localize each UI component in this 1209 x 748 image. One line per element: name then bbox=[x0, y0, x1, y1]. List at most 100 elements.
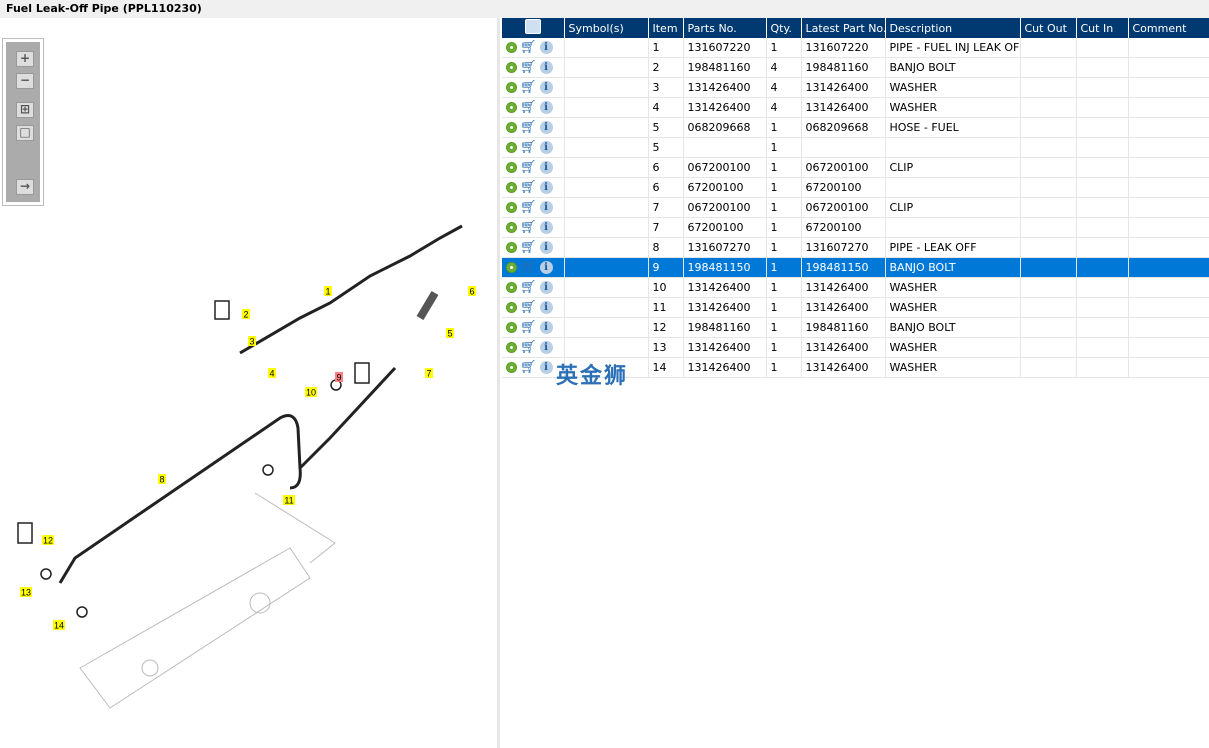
info-icon[interactable]: i bbox=[539, 261, 553, 275]
fit-view-button[interactable]: ⊞ bbox=[16, 102, 34, 118]
column-header[interactable]: Cut In bbox=[1076, 18, 1129, 38]
callout-label[interactable]: 8 bbox=[159, 475, 164, 485]
table-row[interactable]: 🛒︎ i 12 198481160 1 198481160 BANJO BOLT bbox=[502, 317, 1209, 338]
info-icon[interactable]: i bbox=[539, 121, 553, 135]
info-icon[interactable]: i bbox=[539, 161, 553, 175]
callout-label[interactable]: 12 bbox=[43, 536, 53, 546]
table-row[interactable]: 🛒︎ i 6 067200100 1 067200100 CLIP bbox=[502, 157, 1209, 178]
callout-label[interactable]: 2 bbox=[243, 310, 248, 320]
callout-label[interactable]: 9 bbox=[336, 373, 341, 383]
gear-icon[interactable] bbox=[506, 362, 517, 374]
zoom-out-button[interactable]: − bbox=[16, 73, 34, 89]
callout-label[interactable]: 13 bbox=[21, 588, 31, 598]
search-column-header[interactable] bbox=[502, 18, 565, 38]
table-row[interactable]: 🛒︎ i 5 068209668 1 068209668 HOSE - FUEL bbox=[502, 117, 1209, 138]
cart-icon[interactable]: 🛒︎ bbox=[520, 221, 537, 234]
cart-icon[interactable]: 🛒︎ bbox=[520, 341, 537, 354]
gear-icon[interactable] bbox=[506, 82, 517, 94]
gear-icon[interactable] bbox=[506, 162, 517, 174]
callout-label[interactable]: 11 bbox=[284, 496, 293, 506]
cart-icon[interactable]: 🛒︎ bbox=[520, 41, 537, 54]
table-row[interactable]: 🛒︎ i 7 067200100 1 067200100 CLIP bbox=[502, 197, 1209, 218]
table-row[interactable]: 🛒︎ i 10 131426400 1 131426400 WASHER bbox=[502, 277, 1209, 298]
column-header[interactable]: Parts No. bbox=[683, 18, 767, 38]
info-icon[interactable]: i bbox=[539, 341, 553, 355]
cart-icon[interactable]: 🛒︎ bbox=[520, 241, 537, 254]
callout-label[interactable]: 7 bbox=[426, 369, 431, 379]
column-header[interactable]: Comment bbox=[1128, 18, 1209, 38]
table-row[interactable]: 🛒︎ i 2 198481160 4 198481160 BANJO BOLT bbox=[502, 57, 1209, 78]
column-header[interactable]: Qty. bbox=[766, 18, 802, 38]
gear-icon[interactable] bbox=[506, 182, 517, 194]
info-icon[interactable]: i bbox=[539, 321, 553, 335]
exploded-diagram[interactable]: 1234567891011121314 bbox=[0, 18, 497, 748]
export-button[interactable]: → bbox=[16, 179, 34, 195]
table-row[interactable]: 🛒︎ i 6 67200100 1 67200100 bbox=[502, 177, 1209, 198]
cart-icon[interactable]: 🛒︎ bbox=[520, 61, 537, 74]
gear-icon[interactable] bbox=[506, 122, 517, 134]
info-icon[interactable]: i bbox=[539, 201, 553, 215]
cart-icon[interactable]: 🛒︎ bbox=[520, 181, 537, 194]
column-header[interactable]: Latest Part No. bbox=[801, 18, 886, 38]
cart-icon[interactable]: 🛒︎ bbox=[520, 361, 537, 374]
cart-icon[interactable]: 🛒︎ bbox=[520, 101, 537, 114]
cart-icon[interactable]: 🛒︎ bbox=[520, 301, 537, 314]
info-icon[interactable]: i bbox=[539, 221, 553, 235]
info-icon[interactable]: i bbox=[539, 81, 553, 95]
cart-icon[interactable]: 🛒︎ bbox=[520, 161, 537, 174]
gear-icon[interactable] bbox=[506, 42, 517, 54]
info-icon[interactable]: i bbox=[539, 361, 553, 375]
gear-icon[interactable] bbox=[506, 222, 517, 234]
table-row[interactable]: 🛒︎ i 3 131426400 4 131426400 WASHER bbox=[502, 77, 1209, 98]
gear-icon[interactable] bbox=[506, 322, 517, 334]
cart-icon[interactable]: 🛒︎ bbox=[520, 81, 537, 94]
info-icon[interactable]: i bbox=[539, 101, 553, 115]
diagram-panel[interactable]: 1 2 3 4 5 6 7 8 9 10 11 12 13 14 + − ⊞ □ → bbox=[0, 18, 497, 748]
table-row[interactable]: 🛒︎ i 1 131607220 1 131607220 PIPE - FUEL INJ L… bbox=[502, 38, 1209, 58]
cart-icon[interactable]: 🛒︎ bbox=[520, 261, 537, 274]
callout-label[interactable]: 10 bbox=[306, 388, 316, 398]
gear-icon[interactable] bbox=[506, 242, 517, 254]
table-row[interactable]: 🛒︎ i 9 198481150 1 198481150 BANJO BOLT bbox=[502, 257, 1209, 278]
gear-icon[interactable] bbox=[506, 342, 517, 354]
table-row[interactable]: 🛒︎ i 11 131426400 1 131426400 WASHER bbox=[502, 297, 1209, 318]
table-row[interactable]: 🛒︎ i 4 131426400 4 131426400 WASHER bbox=[502, 97, 1209, 118]
table-row[interactable]: 🛒︎ i 5 1 bbox=[502, 137, 1209, 158]
cart-icon[interactable]: 🛒︎ bbox=[520, 121, 537, 134]
column-header[interactable]: Cut Out bbox=[1020, 18, 1077, 38]
cart-icon[interactable]: 🛒︎ bbox=[520, 201, 537, 214]
table-row[interactable]: 🛒︎ i 8 131607270 1 131607270 PIPE - LEAK OFF bbox=[502, 237, 1209, 258]
actual-size-button[interactable]: □ bbox=[16, 125, 34, 141]
cart-icon[interactable]: 🛒︎ bbox=[520, 141, 537, 154]
table-row[interactable]: 🛒︎ i 13 131426400 1 131426400 WASHER bbox=[502, 337, 1209, 358]
callout-label[interactable]: 4 bbox=[269, 369, 274, 379]
info-icon[interactable]: i bbox=[539, 141, 553, 155]
info-icon[interactable]: i bbox=[539, 61, 553, 75]
gear-icon[interactable] bbox=[506, 302, 517, 314]
gear-icon[interactable] bbox=[506, 202, 517, 214]
callout-label[interactable]: 5 bbox=[447, 329, 452, 339]
cart-icon[interactable]: 🛒︎ bbox=[520, 281, 537, 294]
info-icon[interactable]: i bbox=[539, 301, 553, 315]
column-header[interactable]: Item bbox=[648, 18, 684, 38]
column-header[interactable]: Symbol(s) bbox=[564, 18, 649, 38]
column-header[interactable]: Description bbox=[885, 18, 1021, 38]
search-icon[interactable] bbox=[524, 19, 541, 34]
gear-icon[interactable] bbox=[506, 142, 517, 154]
cart-icon[interactable]: 🛒︎ bbox=[520, 321, 537, 334]
info-icon[interactable]: i bbox=[539, 241, 553, 255]
info-icon[interactable]: i bbox=[539, 281, 553, 295]
callout-label[interactable]: 14 bbox=[54, 621, 64, 631]
info-icon[interactable]: i bbox=[539, 181, 553, 195]
gear-icon[interactable] bbox=[506, 282, 517, 294]
info-icon[interactable]: i bbox=[539, 41, 553, 55]
gear-icon[interactable] bbox=[506, 62, 517, 74]
callout-label[interactable]: 6 bbox=[469, 287, 474, 297]
table-row[interactable]: 🛒︎ i 7 67200100 1 67200100 bbox=[502, 217, 1209, 238]
splitter[interactable] bbox=[497, 18, 500, 748]
gear-icon[interactable] bbox=[506, 262, 517, 274]
callout-label[interactable]: 1 bbox=[325, 287, 330, 297]
callout-label[interactable]: 3 bbox=[249, 337, 254, 347]
gear-icon[interactable] bbox=[506, 102, 517, 114]
zoom-in-button[interactable]: + bbox=[16, 51, 34, 67]
